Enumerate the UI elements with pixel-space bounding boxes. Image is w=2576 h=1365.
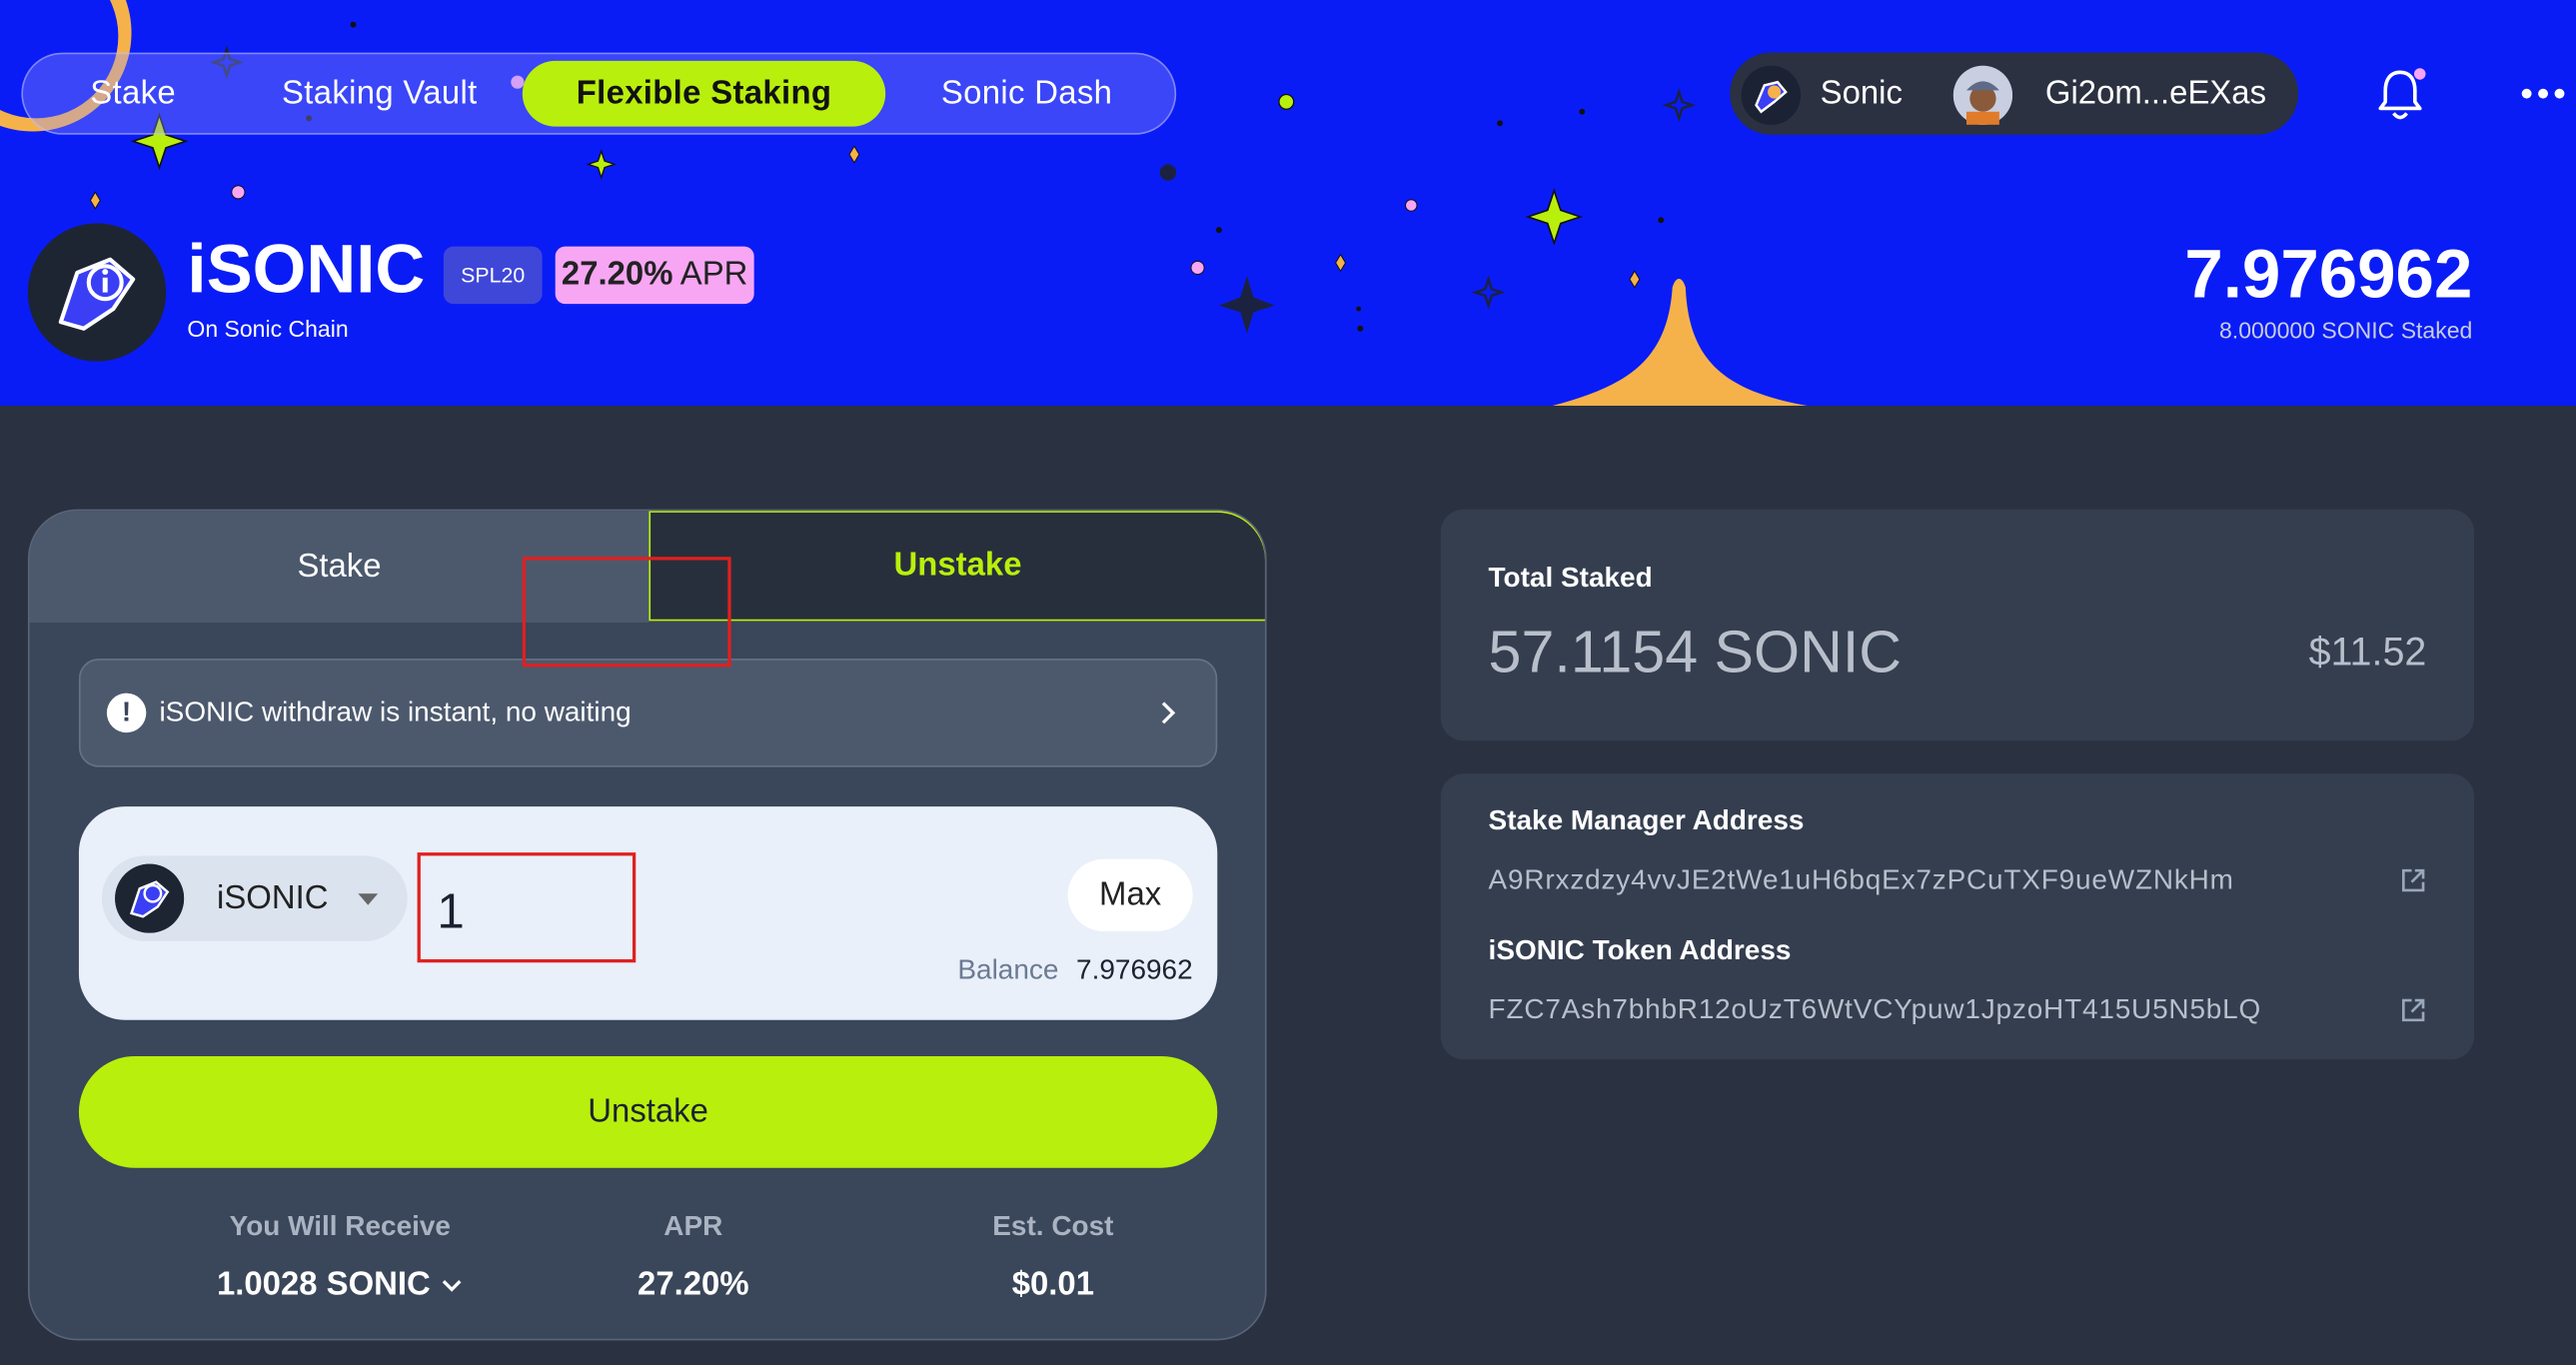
balance-row: Balance 7.976962 [957,954,1192,987]
max-button[interactable]: Max [1067,858,1193,932]
external-link-icon[interactable] [2400,867,2426,893]
caret-down-icon [358,893,379,905]
token-select-logo [115,863,185,933]
stat-apr: APR 27.20% [529,1210,857,1304]
token-address: FZC7Ash7bhbR12oUzT6WtVCYpuw1JpzoHT415U5N… [1488,993,2262,1025]
token-standard-badge: SPL20 [443,246,543,305]
chevron-down-icon [442,1279,462,1292]
stat-cost-label: Est. Cost [992,1210,1114,1242]
stat-receive-label: You Will Receive [229,1210,451,1242]
wallet-pill[interactable]: Sonic Gi2om...eEXas [1730,52,2299,135]
stat-cost-value: $0.01 [1011,1266,1095,1303]
bell-icon[interactable] [2372,62,2428,124]
nav-item-stake[interactable]: Stake [66,54,201,133]
stake-manager-label: Stake Manager Address [1488,804,1805,836]
nav-item-sonic-dash[interactable]: Sonic Dash [910,54,1143,133]
network-avatar [1741,65,1801,125]
stat-receive-value: 1.0028 SONIC [216,1266,431,1303]
apr-badge: 27.20% APR [555,246,754,305]
app-root: Stake Staking Vault Flexible Staking Son… [0,0,2576,1365]
apr-badge-value: 27.20% [561,256,673,293]
chevron-right-icon [1161,701,1176,724]
addresses-panel: Stake Manager Address A9Rrxzdzy4vvJE2tWe… [1440,773,2475,1060]
nav-item-staking-vault[interactable]: Staking Vault [260,54,500,133]
unstake-button-label: Unstake [588,1093,708,1130]
amount-box: iSONIC Max Balance 7.976962 [78,806,1218,1020]
token-balance: 7.976962 [2184,235,2473,313]
token-select-label: iSONIC [217,880,329,917]
info-icon: ! [106,692,147,733]
total-staked-panel: Total Staked 57.1154 SONIC $11.52 [1440,509,2475,741]
highlight-box [522,557,731,668]
more-icon[interactable] [2518,72,2567,115]
notice-text: iSONIC withdraw is instant, no waiting [159,695,632,728]
tab-unstake[interactable]: Unstake [648,511,1265,622]
external-link-icon[interactable] [2400,997,2426,1023]
stat-receive: You Will Receive 1.0028 SONIC [176,1210,505,1304]
amount-input[interactable] [417,852,637,963]
stat-apr-value: 27.20% [638,1266,749,1303]
user-avatar [1952,65,2013,125]
balance-value: 7.976962 [1076,954,1193,986]
token-address-label: iSONIC Token Address [1488,934,1792,966]
token-subtitle: On Sonic Chain [187,315,349,342]
total-staked-usd: $11.52 [2308,631,2427,676]
unstake-button[interactable]: Unstake [78,1055,1218,1168]
balance-label: Balance [957,954,1059,986]
nav-item-flexible-staking[interactable]: Flexible Staking [522,60,886,127]
stake-manager-address: A9Rrxzdzy4vvJE2tWe1uH6bqEx7zPCuTXF9ueWZN… [1488,863,2234,895]
stat-receive-value-row[interactable]: 1.0028 SONIC [176,1266,505,1304]
stat-apr-label: APR [663,1210,723,1242]
wallet-address: Gi2om...eEXas [2044,75,2267,112]
stat-cost: Est. Cost $0.01 [888,1210,1217,1304]
token-select[interactable]: iSONIC [101,855,408,941]
header-banner: Stake Staking Vault Flexible Staking Son… [0,0,2576,407]
token-logo [27,223,167,362]
main-nav: Stake Staking Vault Flexible Staking Son… [21,52,1177,135]
total-staked-title: Total Staked [1488,562,1653,594]
total-staked-amount: 57.1154 SONIC [1488,618,1903,685]
apr-badge-label: APR [679,256,748,293]
staked-amount: 8.000000 SONIC Staked [2218,317,2473,344]
network-name: Sonic [1820,75,1903,112]
instant-withdraw-notice[interactable]: ! iSONIC withdraw is instant, no waiting [78,659,1218,767]
token-name: iSONIC [187,230,426,308]
